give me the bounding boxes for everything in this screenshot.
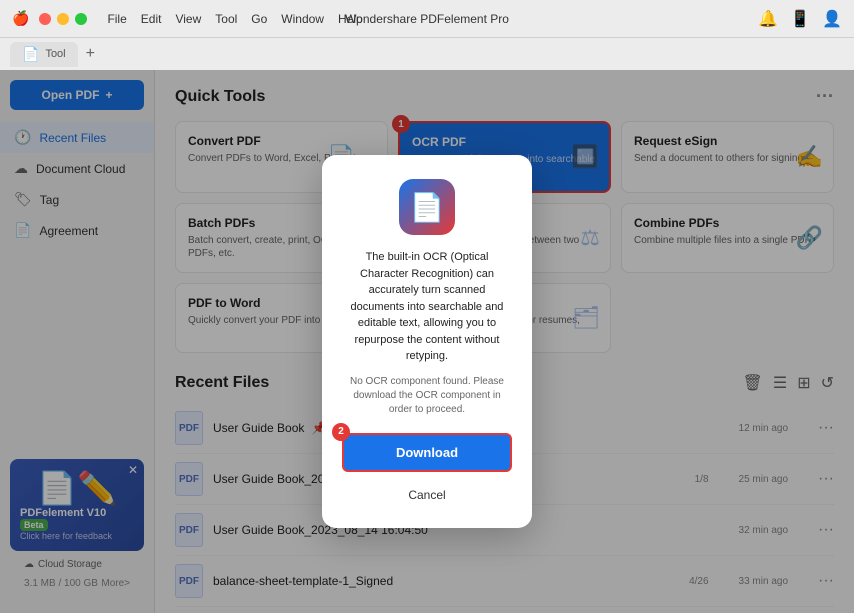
menu-window[interactable]: Window (281, 12, 324, 26)
modal-overlay: 📄 The built-in OCR (Optical Character Re… (0, 70, 854, 613)
modal-subtitle: No OCR component found. Please download … (342, 375, 512, 417)
tab-pdf-element[interactable]: 📄 Tool (10, 42, 78, 67)
modal-badge-number: 2 (332, 423, 350, 441)
menu-tool[interactable]: Tool (215, 12, 237, 26)
tab-label: Tool (45, 48, 65, 60)
ocr-download-modal: 📄 The built-in OCR (Optical Character Re… (322, 155, 532, 528)
menu-view[interactable]: View (175, 12, 201, 26)
tab-bar: 📄 Tool + (0, 38, 854, 70)
maximize-button[interactable] (75, 13, 87, 25)
minimize-button[interactable] (57, 13, 69, 25)
menu-bar: File Edit View Tool Go Window Help (107, 12, 362, 26)
profile-icon[interactable]: 👤 (822, 9, 842, 29)
modal-title: The built-in OCR (Optical Character Reco… (342, 249, 512, 365)
new-tab-button[interactable]: + (86, 45, 95, 63)
menu-file[interactable]: File (107, 12, 126, 26)
titlebar-actions: 🔔 📱 👤 (758, 9, 842, 29)
modal-app-icon: 📄 (399, 179, 455, 235)
apple-icon: 🍎 (12, 10, 29, 27)
cancel-button[interactable]: Cancel (342, 480, 512, 510)
app-title: Wondershare PDFelement Pro (345, 12, 509, 26)
close-button[interactable] (39, 13, 51, 25)
notification-icon[interactable]: 🔔 (758, 9, 778, 29)
traffic-lights (39, 13, 87, 25)
titlebar: 🍎 File Edit View Tool Go Window Help Won… (0, 0, 854, 38)
mobile-icon[interactable]: 📱 (790, 9, 810, 29)
menu-edit[interactable]: Edit (141, 12, 162, 26)
download-button[interactable]: Download (342, 433, 512, 472)
menu-go[interactable]: Go (251, 12, 267, 26)
modal-download-section: 2 Download (342, 433, 512, 480)
